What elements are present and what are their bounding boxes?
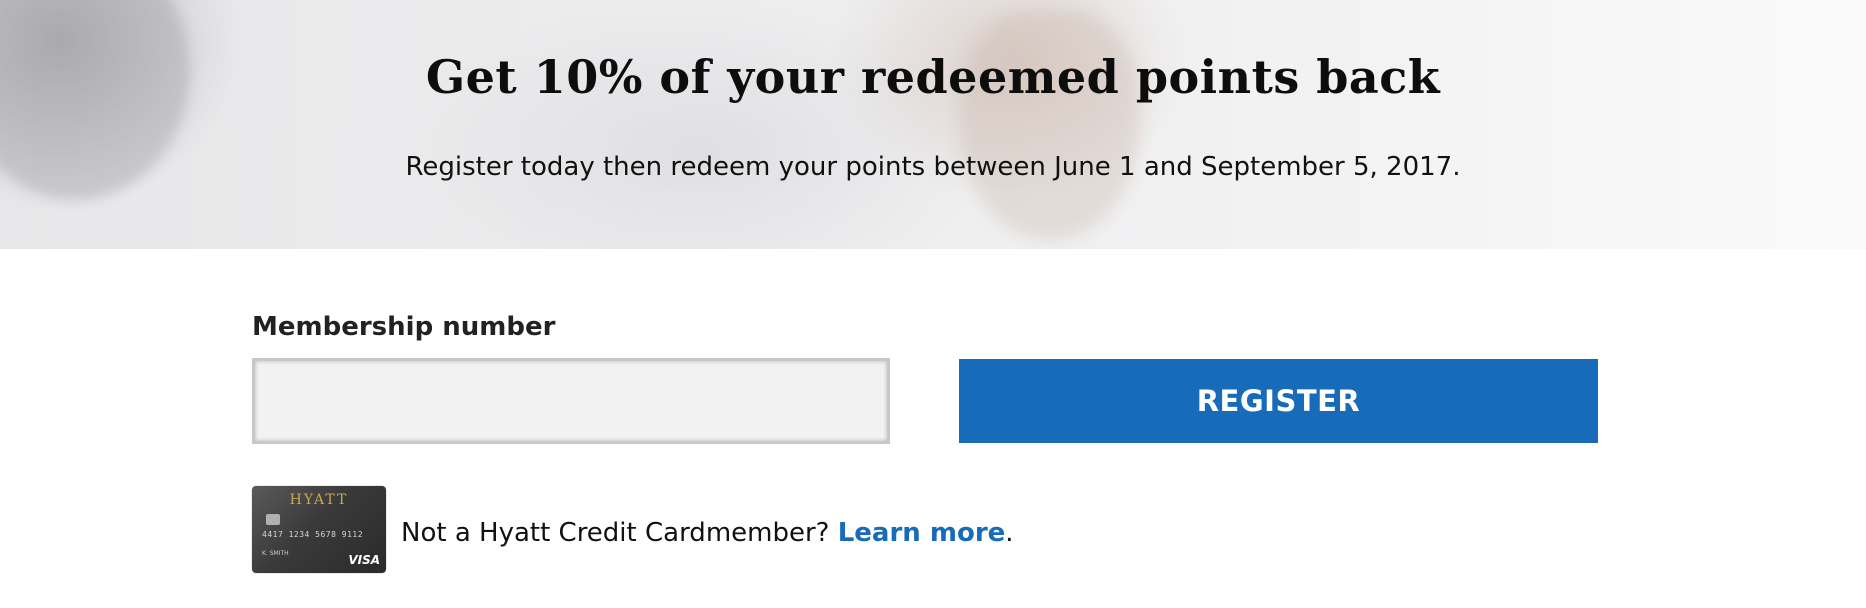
register-button[interactable]: REGISTER: [959, 359, 1598, 443]
hero-background-arm: [960, 10, 1140, 240]
membership-number-input[interactable]: [252, 358, 890, 444]
promo-subtitle: Register today then redeem your points b…: [405, 152, 1461, 182]
card-holder: K. SMITH: [262, 550, 289, 557]
cardmember-suffix: .: [1005, 518, 1014, 548]
promo-hero: Get 10% of your redeemed points back Reg…: [0, 0, 1866, 249]
promo-title: Get 10% of your redeemed points back: [425, 50, 1441, 104]
card-chip-icon: [266, 514, 280, 525]
card-logo: HYATT: [289, 492, 349, 508]
cardmember-prompt: Not a Hyatt Credit Cardmember? Learn mor…: [401, 518, 1014, 548]
credit-card-icon: HYATT 4417 1234 5678 9112 K. SMITH VISA: [252, 486, 386, 573]
visa-logo: VISA: [348, 553, 380, 567]
learn-more-link[interactable]: Learn more: [838, 518, 1006, 548]
card-number: 4417 1234 5678 9112: [262, 530, 364, 539]
membership-number-label: Membership number: [252, 312, 556, 342]
cardmember-question: Not a Hyatt Credit Cardmember?: [401, 518, 830, 548]
